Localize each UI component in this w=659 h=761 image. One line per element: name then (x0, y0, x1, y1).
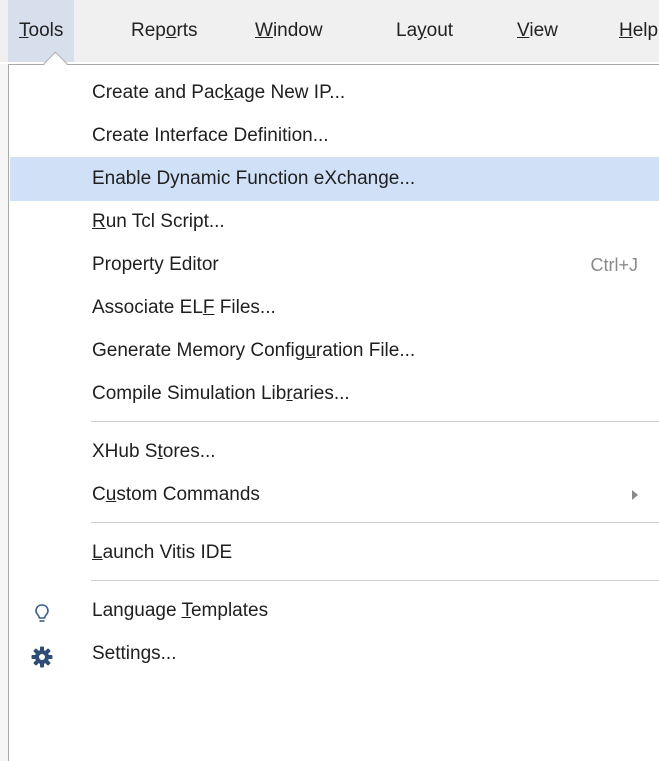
menu-help[interactable]: Help (619, 0, 658, 62)
menu-item-label: Create and Package New IP... (92, 82, 346, 103)
menu-item-settings[interactable]: Settings... (10, 632, 659, 676)
menu-tools[interactable]: Tools (8, 0, 75, 62)
shortcut-label: Ctrl+J (590, 255, 638, 275)
menu-separator (91, 421, 659, 422)
submenu-arrow-icon (632, 490, 638, 500)
menu-item-label: Generate Memory Configuration File... (92, 340, 416, 361)
gear-icon (30, 642, 54, 668)
menu-item-generate-memory-config[interactable]: Generate Memory Configuration File... (10, 329, 659, 373)
menu-item-label: Property Editor (92, 254, 219, 275)
menu-item-compile-sim-libraries[interactable]: Compile Simulation Libraries... (10, 372, 659, 416)
menu-item-label: Settings... (92, 643, 177, 664)
menu-item-label: Language Templates (92, 600, 269, 621)
menubar: Tools Reports Window Layout View Help (0, 0, 659, 62)
menu-item-enable-dfx[interactable]: Enable Dynamic Function eXchange... (10, 157, 659, 201)
menu-item-associate-elf-files[interactable]: Associate ELF Files... (10, 286, 659, 330)
menu-reports[interactable]: Reports (131, 0, 198, 62)
menu-separator (91, 522, 659, 523)
menu-item-create-interface-definition[interactable]: Create Interface Definition... (10, 114, 659, 158)
menu-item-label: Create Interface Definition... (92, 125, 329, 146)
menu-item-property-editor[interactable]: Property Editor Ctrl+J (10, 243, 659, 287)
menu-item-launch-vitis-ide[interactable]: Launch Vitis IDE (10, 531, 659, 575)
lightbulb-icon (30, 599, 54, 623)
menu-item-label: Compile Simulation Libraries... (92, 383, 350, 404)
menu-layout[interactable]: Layout (396, 0, 453, 62)
menu-item-xhub-stores[interactable]: XHub Stores... (10, 430, 659, 474)
menu-item-label: Enable Dynamic Function eXchange... (92, 168, 416, 189)
menu-item-label: Associate ELF Files... (92, 297, 276, 318)
tools-dropdown-menu: Create and Package New IP... Create Inte… (8, 64, 659, 761)
menu-item-create-package-ip[interactable]: Create and Package New IP... (10, 71, 659, 115)
menu-item-language-templates[interactable]: Language Templates (10, 589, 659, 633)
menu-item-custom-commands[interactable]: Custom Commands (10, 473, 659, 517)
menu-item-label: Launch Vitis IDE (92, 542, 233, 563)
background-window-edge (0, 64, 8, 761)
menu-item-label: Custom Commands (92, 484, 260, 505)
menu-view[interactable]: View (517, 0, 558, 62)
menu-item-label: Run Tcl Script... (92, 211, 225, 232)
menu-item-run-tcl-script[interactable]: Run Tcl Script... (10, 200, 659, 244)
menu-separator (91, 580, 659, 581)
menu-item-label: XHub Stores... (92, 441, 216, 462)
menu-window[interactable]: Window (255, 0, 323, 62)
